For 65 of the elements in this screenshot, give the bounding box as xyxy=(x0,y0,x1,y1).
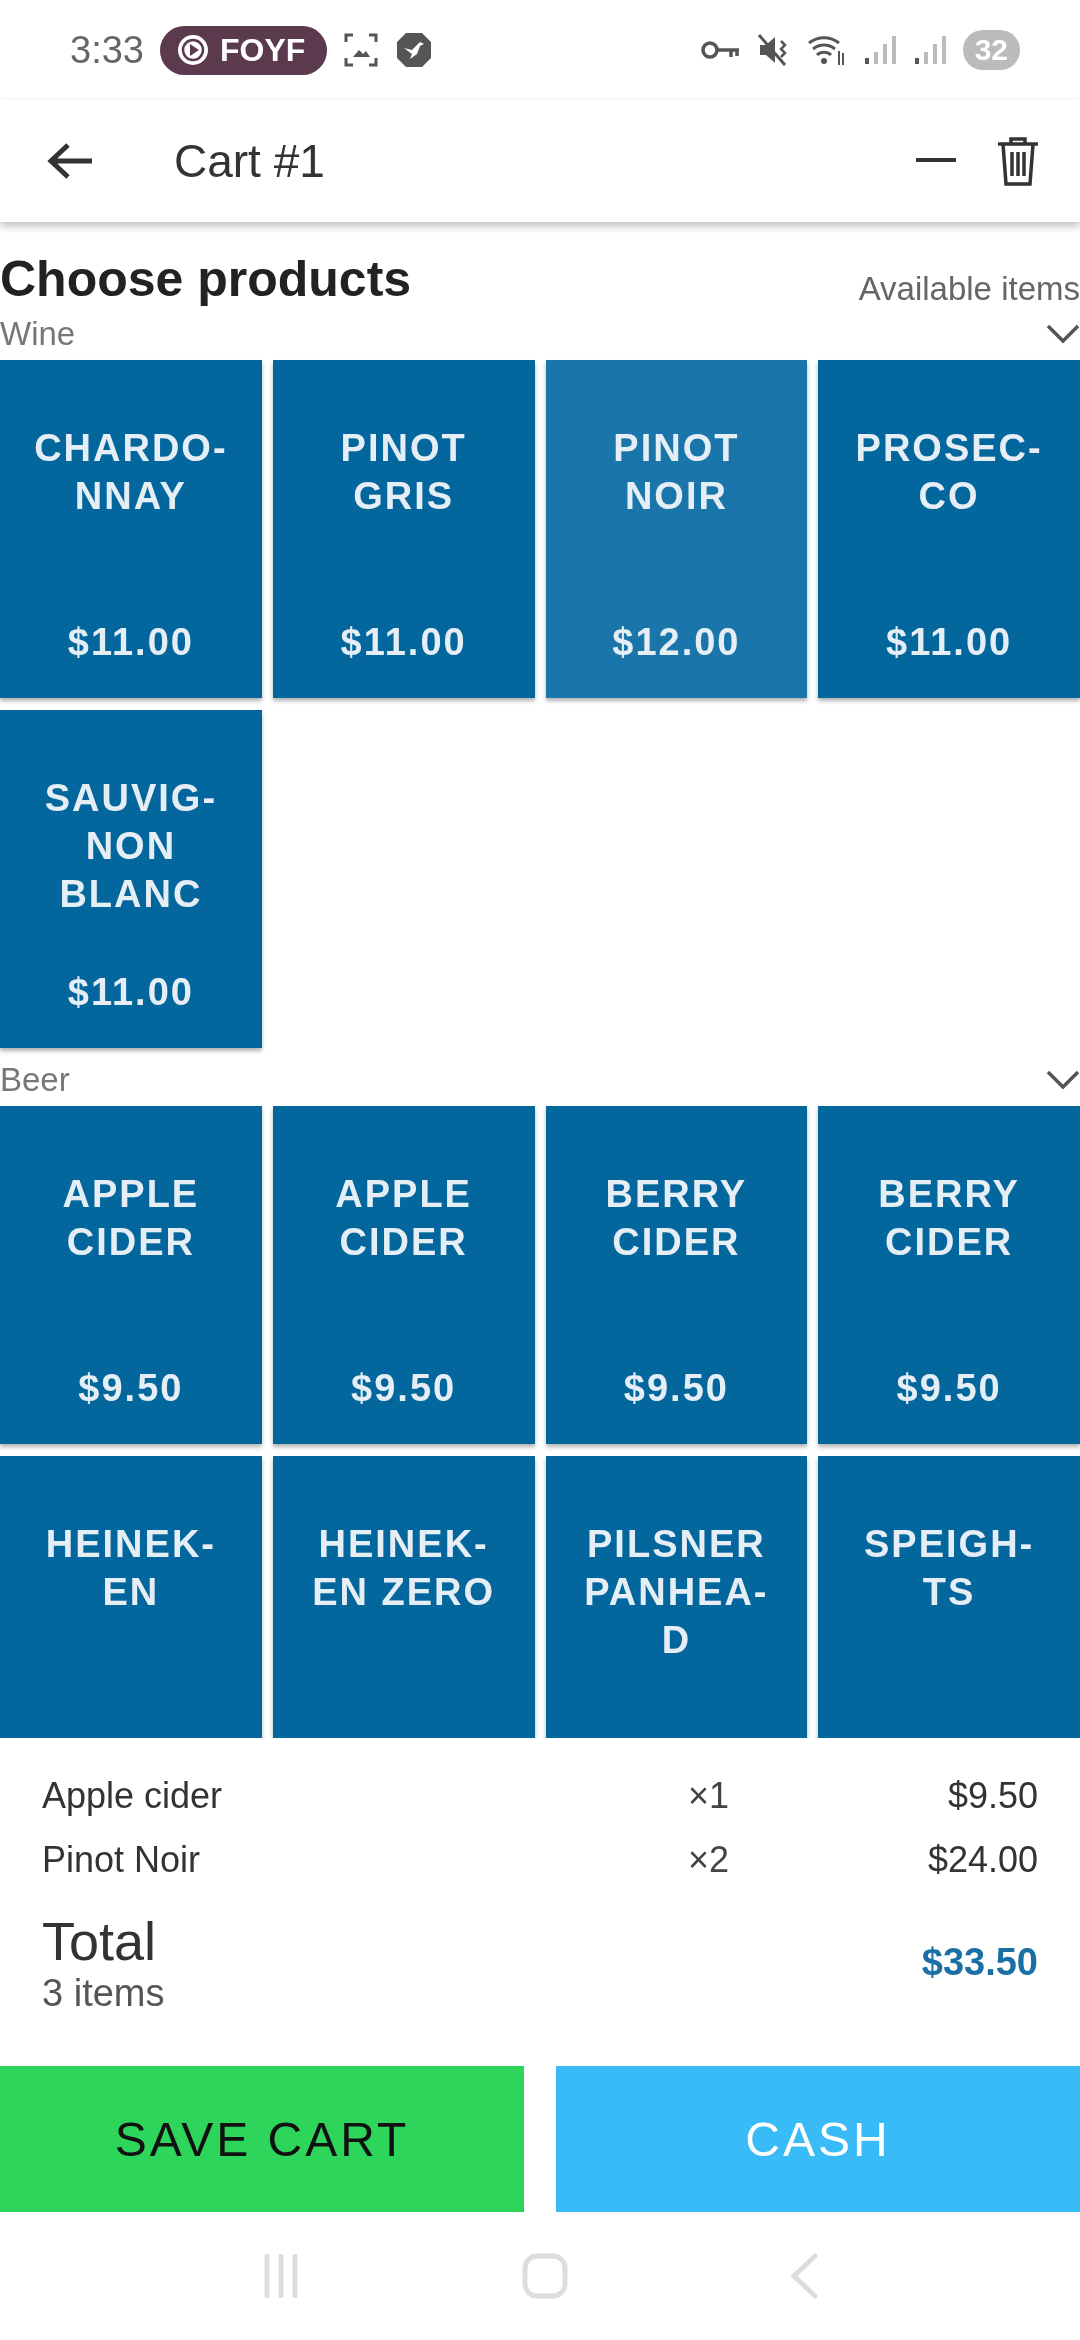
item-quantity: ×2 xyxy=(688,1839,731,1881)
status-time: 3:33 xyxy=(70,28,144,72)
signal-icon xyxy=(912,34,947,66)
product-name: APPLE CIDER xyxy=(335,1172,472,1265)
bird-icon xyxy=(395,31,434,69)
section-subtitle: Available items xyxy=(858,270,1080,308)
product-tile[interactable]: CHARDO- NNAY $11.00 xyxy=(0,360,262,698)
total-amount: $33.50 xyxy=(921,1941,1038,1984)
product-tile[interactable]: PROSEC- CO $11.00 xyxy=(818,360,1080,698)
product-name: BERRY CIDER xyxy=(878,1172,1020,1265)
product-price: $12.00 xyxy=(612,621,741,664)
item-name: Pinot Noir xyxy=(42,1839,202,1881)
product-name: SAUVIG- NON BLANC xyxy=(44,776,218,917)
product-name: BERRY CIDER xyxy=(605,1172,748,1265)
category-label: Wine xyxy=(0,315,76,353)
product-name: APPLE CIDER xyxy=(62,1172,200,1265)
product-name: PINOT NOIR xyxy=(613,426,740,519)
product-price: $11.00 xyxy=(340,621,467,664)
item-amount: $9.50 xyxy=(946,1775,1038,1817)
cart-title: Cart #1 xyxy=(174,134,326,188)
battery-level: 32 xyxy=(962,30,1020,70)
product-tile[interactable]: PINOT GRIS $11.00 xyxy=(272,360,535,698)
item-amount: $24.00 xyxy=(926,1839,1038,1881)
section-title: Choose products xyxy=(0,250,412,308)
signal-icon xyxy=(862,34,897,66)
product-tile[interactable]: BERRY CIDER $9.50 xyxy=(818,1106,1080,1444)
product-tile[interactable]: SPEIGH- TS xyxy=(818,1456,1080,1738)
product-name: HEINEK- EN ZERO xyxy=(312,1522,496,1615)
save-cart-button[interactable]: SAVE CART xyxy=(0,2066,524,2212)
play-icon xyxy=(175,33,210,67)
product-name: PINOT GRIS xyxy=(340,426,467,519)
chevron-icon[interactable] xyxy=(1046,324,1080,344)
product-price: $11.00 xyxy=(886,621,1013,664)
product-price: $9.50 xyxy=(351,1367,457,1410)
wifi-icon xyxy=(806,33,847,67)
product-tile[interactable]: BERRY CIDER $9.50 xyxy=(545,1106,808,1444)
category-label: Beer xyxy=(0,1061,70,1099)
product-price: $11.00 xyxy=(67,621,194,664)
product-name: SPEIGH- TS xyxy=(864,1522,1035,1615)
trash-icon[interactable] xyxy=(996,136,1040,186)
product-tile[interactable]: APPLE CIDER $9.50 xyxy=(0,1106,262,1444)
chevron-icon[interactable] xyxy=(1046,1070,1080,1090)
item-count: 3 items xyxy=(42,1972,165,2015)
product-tile[interactable]: HEINEK- EN ZERO xyxy=(272,1456,535,1738)
product-name: PROSEC- CO xyxy=(855,426,1043,519)
product-price: $11.00 xyxy=(67,971,194,1014)
product-tile[interactable]: PINOT NOIR $12.00 xyxy=(545,360,808,698)
product-price: $9.50 xyxy=(623,1367,729,1410)
key-icon xyxy=(700,38,741,62)
product-tile[interactable]: APPLE CIDER $9.50 xyxy=(272,1106,535,1444)
product-name: HEINEK- EN xyxy=(45,1522,216,1615)
product-tile[interactable]: SAUVIG- NON BLANC $11.00 xyxy=(0,710,262,1048)
item-name: Apple cider xyxy=(42,1775,224,1817)
product-price: $9.50 xyxy=(78,1367,184,1410)
product-name: PILSNER PANHEA- D xyxy=(584,1522,769,1663)
item-quantity: ×1 xyxy=(688,1775,731,1817)
product-tile[interactable]: PILSNER PANHEA- D xyxy=(545,1456,808,1738)
screenshot-icon xyxy=(343,32,380,68)
product-name: CHARDO- NNAY xyxy=(34,426,228,519)
product-tile[interactable]: HEINEK- EN xyxy=(0,1456,262,1738)
total-label: Total xyxy=(42,1910,158,1972)
product-price: $9.50 xyxy=(896,1367,1002,1410)
minus-icon[interactable] xyxy=(916,158,956,164)
back-icon[interactable] xyxy=(46,141,94,181)
recording-badge: FOYF xyxy=(159,25,328,75)
